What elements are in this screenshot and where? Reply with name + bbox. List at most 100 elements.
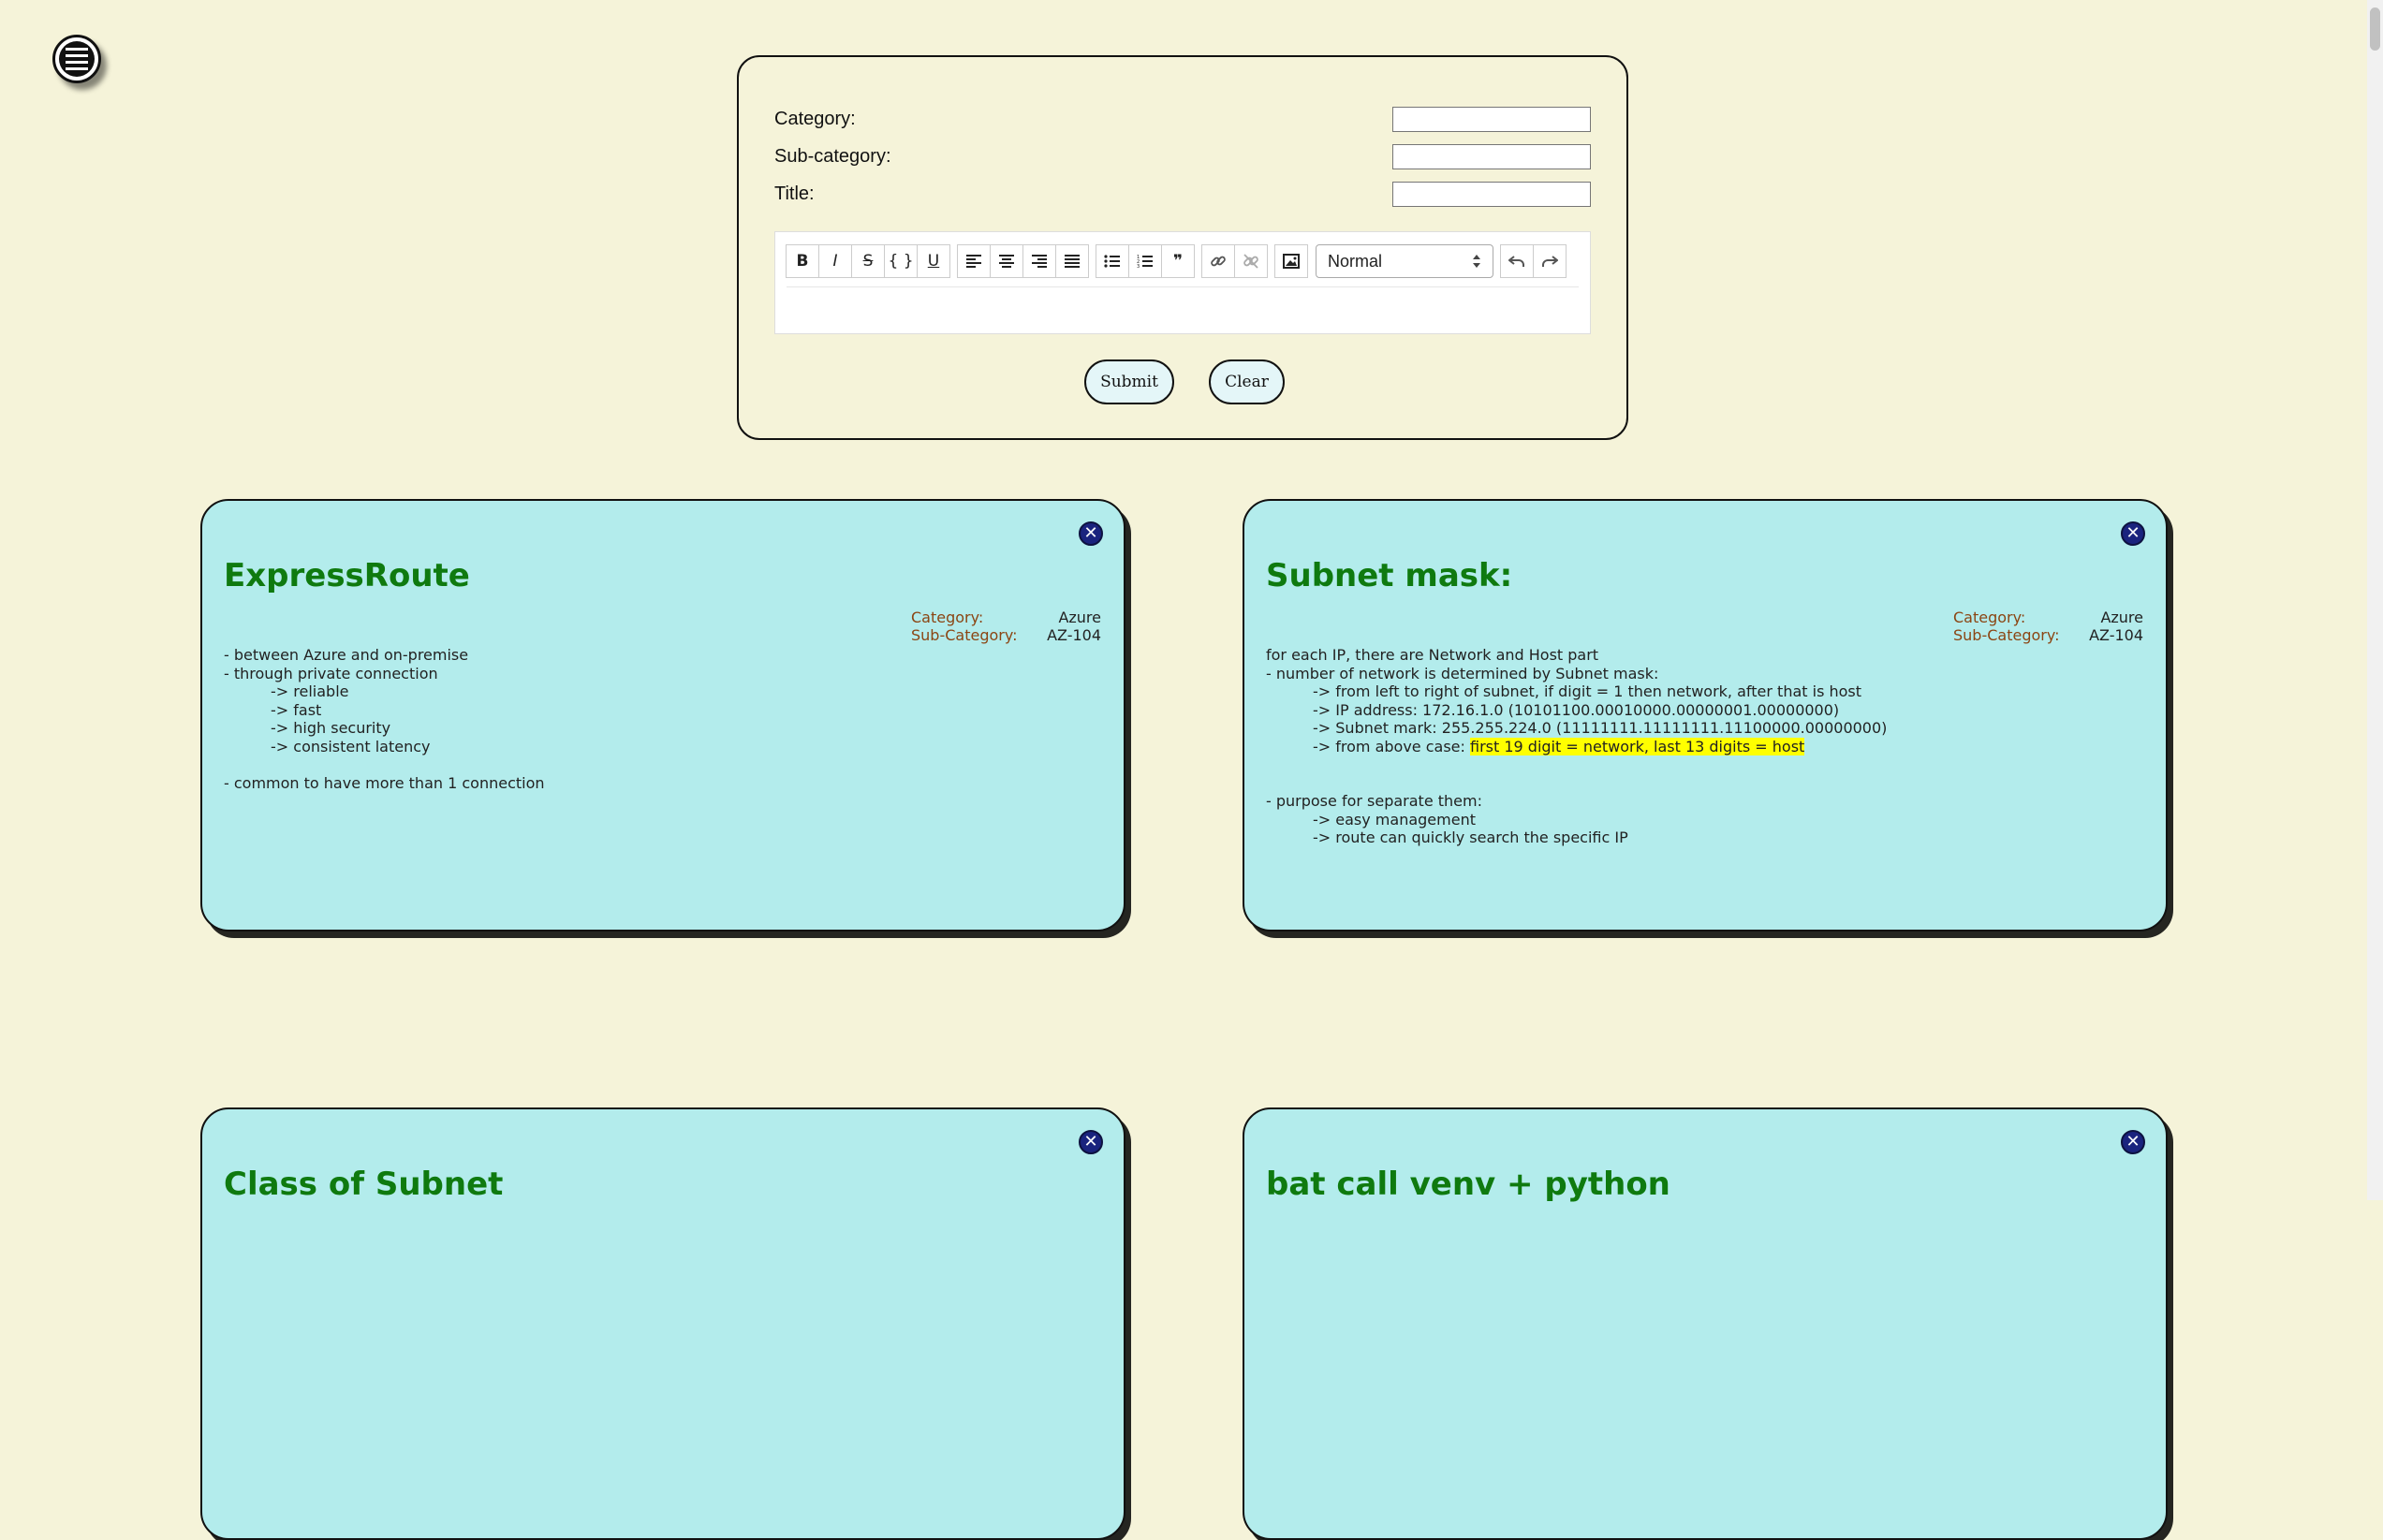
subcategory-key: Sub-Category: [1953, 626, 2060, 644]
menu-button[interactable] [52, 35, 101, 83]
card-line-prefix: -> from above case: [1313, 737, 1470, 755]
align-left-button[interactable] [957, 244, 991, 278]
card-line: - purpose for separate them: [1266, 792, 1482, 810]
blockquote-icon: ❞ [1173, 252, 1183, 271]
undo-icon [1508, 256, 1524, 267]
strikethrough-button[interactable]: S [851, 244, 885, 278]
page-scrollbar[interactable] [2367, 0, 2383, 1200]
italic-icon: I [832, 252, 838, 271]
card-line [224, 755, 545, 774]
strikethrough-icon: S [862, 252, 874, 271]
category-value: Azure [1058, 609, 1101, 626]
card-line: for each IP, there are Network and Host … [1266, 646, 1599, 664]
card-line: -> Subnet mark: 255.255.224.0 (11111111.… [1313, 719, 1888, 737]
numbered-list-icon: 123 [1137, 255, 1153, 269]
card-line: -> IP address: 172.16.1.0 (10101100.0001… [1313, 700, 1840, 719]
close-icon[interactable]: ✕ [2121, 521, 2145, 546]
align-right-button[interactable] [1022, 244, 1056, 278]
scrollbar-thumb[interactable] [2370, 7, 2380, 51]
note-card: ✕ Subnet mask: Category: Azure Sub-Catego… [1243, 499, 2168, 931]
code-button[interactable]: { } [884, 244, 918, 278]
card-meta: Category: Azure Sub-Category: AZ-104 [1953, 609, 2143, 644]
unlink-button[interactable] [1234, 244, 1268, 278]
bold-button[interactable]: B [786, 244, 819, 278]
close-icon[interactable]: ✕ [2121, 1130, 2145, 1154]
title-row: Title: [774, 179, 1591, 209]
card-line: - through private connection [224, 664, 438, 682]
category-value: Azure [2100, 609, 2143, 626]
card-line: - between Azure and on-premise [224, 646, 469, 664]
note-form: Category: Sub-category: Title: B I S { }… [737, 55, 1628, 440]
category-label: Category: [774, 108, 856, 129]
note-card: ✕ Class of Subnet [200, 1107, 1125, 1540]
card-line: - common to have more than 1 connection [224, 773, 545, 792]
align-justify-button[interactable] [1055, 244, 1089, 278]
note-card: ✕ bat call venv + python [1243, 1107, 2168, 1540]
hamburger-icon [59, 41, 95, 77]
align-left-icon [966, 255, 981, 268]
card-line: -> easy management [1313, 810, 1476, 829]
image-icon [1283, 254, 1300, 269]
underline-icon: U [927, 252, 940, 271]
highlighted-text: first 19 digit = network, last 13 digits… [1470, 737, 1805, 755]
close-icon[interactable]: ✕ [1079, 1130, 1103, 1154]
card-line: -> from left to right of subnet, if digi… [1313, 682, 1862, 700]
undo-button[interactable] [1500, 244, 1534, 278]
svg-text:3: 3 [1137, 264, 1140, 269]
clear-button[interactable]: Clear [1209, 359, 1285, 404]
unlink-icon [1243, 254, 1258, 269]
bold-icon: B [796, 252, 809, 271]
card-line: -> high security [271, 719, 391, 737]
redo-icon [1542, 256, 1558, 267]
category-row: Category: [774, 104, 1591, 134]
select-arrows-icon [1473, 255, 1480, 268]
card-line: -> reliable [271, 682, 349, 700]
card-title: Class of Subnet [224, 1166, 504, 1203]
blockquote-button[interactable]: ❞ [1161, 244, 1195, 278]
subcategory-input[interactable] [1392, 143, 1591, 169]
card-line: - number of network is determined by Sub… [1266, 664, 1659, 682]
rich-text-editor[interactable]: B I S { } U 1 2 3 ❞ Normal [774, 231, 1591, 334]
subcategory-key: Sub-Category: [911, 626, 1018, 644]
subcategory-row: Sub-category: [774, 141, 1591, 171]
category-key: Category: [1953, 609, 2026, 626]
bullet-list-icon [1104, 255, 1120, 268]
category-key: Category: [911, 609, 984, 626]
format-select[interactable]: Normal [1316, 244, 1493, 278]
card-line: -> fast [271, 700, 322, 719]
link-button[interactable] [1201, 244, 1235, 278]
title-input[interactable] [1392, 181, 1591, 207]
card-line: -> from above case: first 19 digit = net… [1266, 737, 1887, 756]
subcategory-value: AZ-104 [1047, 626, 1101, 644]
card-title: Subnet mask: [1266, 557, 1513, 594]
subcategory-label: Sub-category: [774, 145, 891, 167]
card-line [1266, 774, 1887, 793]
card-body: - between Azure and on-premise - through… [224, 646, 545, 792]
card-body: for each IP, there are Network and Host … [1266, 646, 1887, 847]
underline-button[interactable]: U [917, 244, 950, 278]
category-input[interactable] [1392, 106, 1591, 132]
align-center-button[interactable] [990, 244, 1023, 278]
card-line: -> route can quickly search the specific… [1313, 829, 1628, 846]
card-meta: Category: Azure Sub-Category: AZ-104 [911, 609, 1101, 644]
editor-toolbar: B I S { } U 1 2 3 ❞ Normal [786, 243, 1579, 279]
card-line: -> consistent latency [271, 737, 431, 755]
numbered-list-button[interactable]: 123 [1128, 244, 1162, 278]
align-center-icon [999, 255, 1014, 268]
note-card: ✕ ExpressRoute Category: Azure Sub-Catego… [200, 499, 1125, 931]
bullet-list-button[interactable] [1096, 244, 1129, 278]
subcategory-value: AZ-104 [2089, 626, 2143, 644]
link-icon [1211, 256, 1226, 267]
redo-button[interactable] [1533, 244, 1567, 278]
image-button[interactable] [1274, 244, 1308, 278]
align-justify-icon [1065, 255, 1080, 268]
title-label: Title: [774, 183, 815, 204]
align-right-icon [1032, 255, 1047, 268]
italic-button[interactable]: I [818, 244, 852, 278]
submit-button[interactable]: Submit [1084, 359, 1174, 404]
card-line [1266, 755, 1887, 774]
card-title: ExpressRoute [224, 557, 470, 594]
code-icon: { } [888, 252, 914, 271]
close-icon[interactable]: ✕ [1079, 521, 1103, 546]
card-title: bat call venv + python [1266, 1166, 1670, 1203]
